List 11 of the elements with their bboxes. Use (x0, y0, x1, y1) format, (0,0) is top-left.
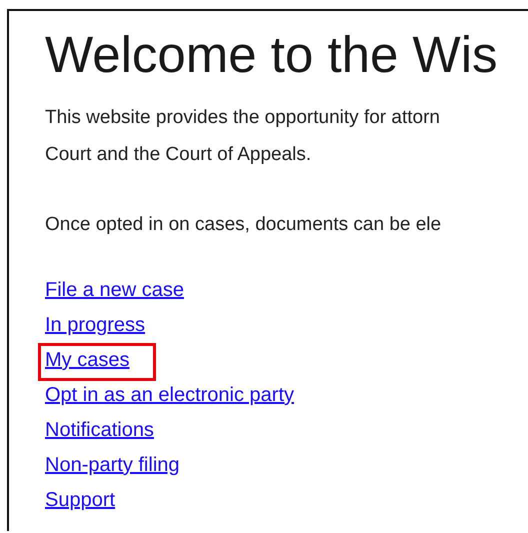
nav-link[interactable]: My cases (45, 349, 130, 371)
nav-link[interactable]: Notifications (45, 419, 154, 441)
nav-link[interactable]: Support (45, 489, 116, 511)
opt-in-text: Once opted in on cases, documents can be ele (45, 213, 442, 237)
intro-text: This website provides the opportunity for attorn (45, 106, 441, 130)
nav-link[interactable]: In progress (45, 314, 146, 336)
page-title: Welcome to the Wis (45, 25, 499, 85)
intro-text: Court and the Court of Appeals. (45, 143, 312, 167)
nav-link[interactable]: File a new case (45, 279, 184, 301)
nav-link[interactable]: Opt in as an electronic party (45, 384, 294, 406)
nav-link[interactable]: Non-party filing (45, 454, 180, 476)
